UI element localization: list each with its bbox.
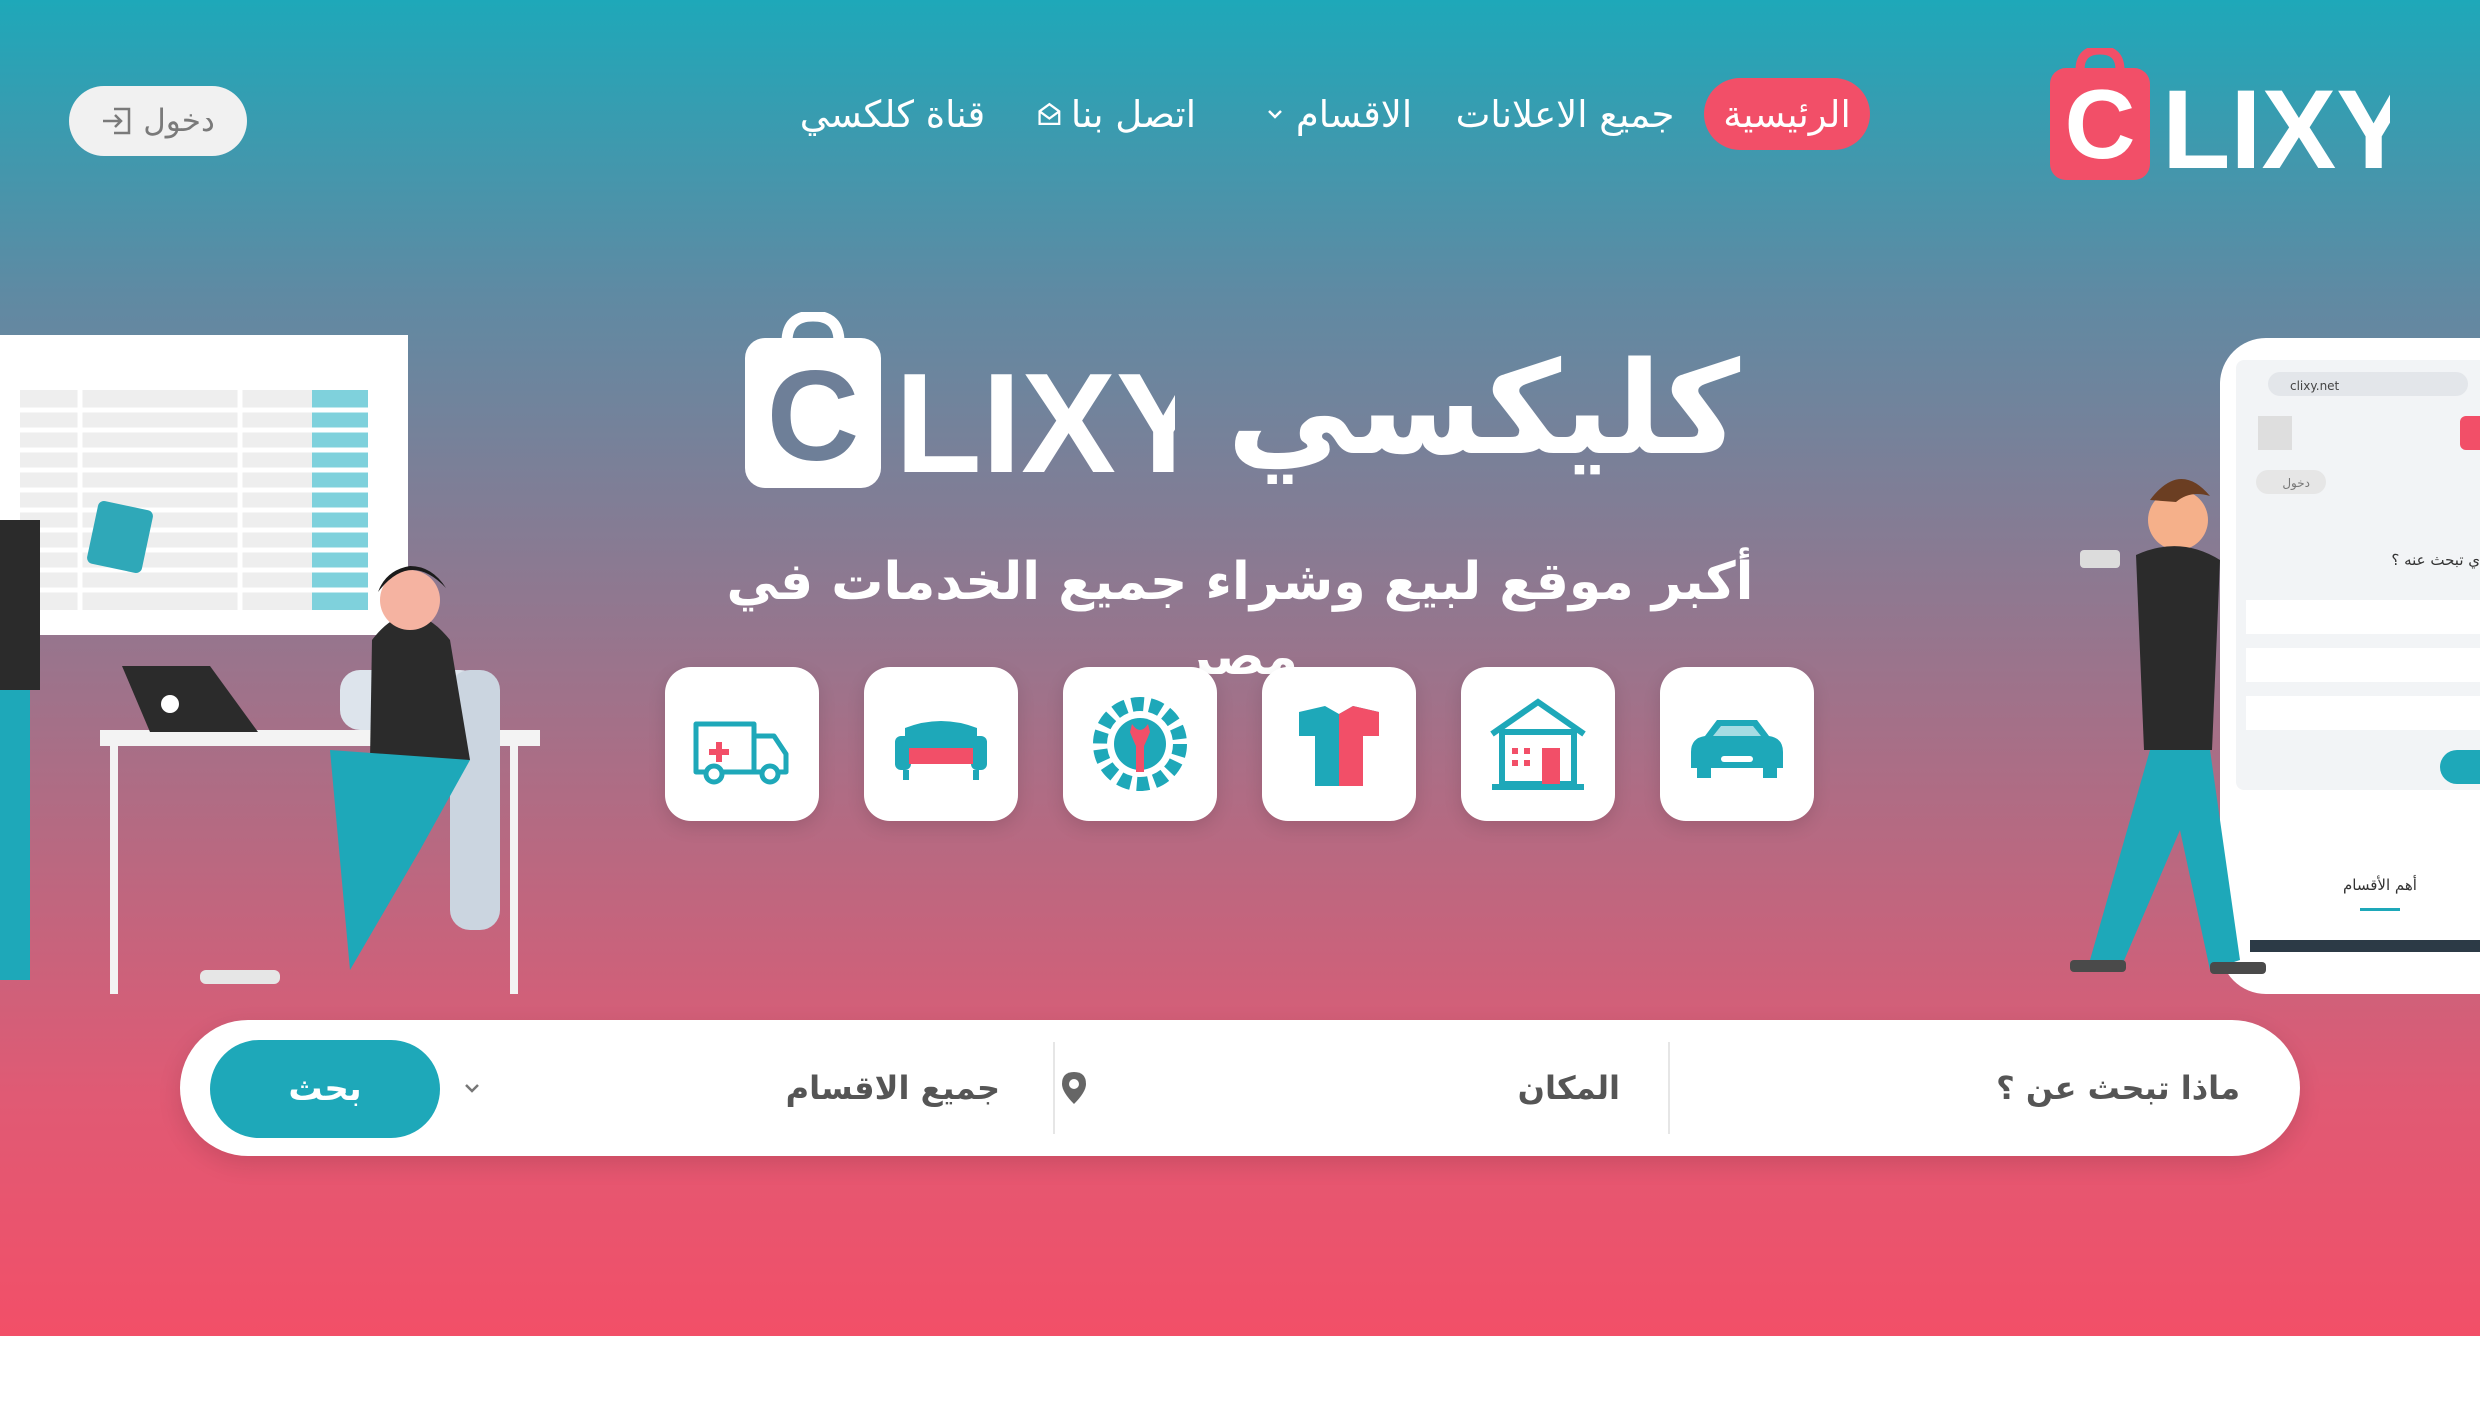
category-ambulance[interactable] <box>665 667 819 821</box>
search-button[interactable]: بحث <box>210 1040 440 1138</box>
category-clothing[interactable] <box>1262 667 1416 821</box>
brand-logo: C LIXY <box>745 312 1175 492</box>
hero-tagline: أكبر موقع لبيع وشراء جميع الخدمات في مصر <box>726 552 1754 687</box>
brand-logo-letter: C <box>767 345 859 488</box>
category-real-estate[interactable] <box>1461 667 1615 821</box>
phone-section-title: أهم الأقسام <box>2343 875 2417 894</box>
envelope-icon <box>1038 102 1061 125</box>
nav-channel[interactable]: قناة كلكسي <box>795 78 990 150</box>
nav-home-label: الرئيسية <box>1723 92 1851 136</box>
car-icon <box>1691 720 1783 778</box>
brand-arabic-name: كليكسي <box>1226 335 1740 484</box>
category-furniture[interactable] <box>864 667 1018 821</box>
repair-icon <box>1093 697 1187 791</box>
chevron-down-icon <box>465 1084 479 1093</box>
search-bar: ماذا تبحث عن ؟ المكان جميع الاقسام بحث <box>180 1020 2300 1156</box>
chevron-down-icon <box>1267 110 1282 119</box>
nav-channel-label: قناة كلكسي <box>799 92 986 136</box>
real-estate-icon <box>1490 698 1586 790</box>
search-what-placeholder: ماذا تبحث عن ؟ <box>1996 1069 2240 1107</box>
nav-categories-label: الاقسام <box>1295 92 1413 136</box>
search-category-select[interactable]: جميع الاقسام <box>460 1020 1000 1156</box>
hero-section: C LIXY الرئيسية جميع الاعلانات الاقسام ا… <box>0 0 2480 1336</box>
nav-categories[interactable]: الاقسام <box>1248 78 1428 150</box>
search-button-label: بحث <box>288 1069 362 1109</box>
nav-contact-label: اتصل بنا <box>1070 92 1196 136</box>
logo-text: LIXY <box>2162 67 2390 183</box>
search-place-input[interactable]: المكان <box>1060 1020 1620 1156</box>
category-cars[interactable] <box>1660 667 1814 821</box>
nav-home[interactable]: الرئيسية <box>1704 78 1870 150</box>
sofa-icon <box>895 721 987 780</box>
category-maintenance[interactable] <box>1063 667 1217 821</box>
phone-url: clixy.net <box>2290 379 2340 393</box>
nav-all-ads[interactable]: جميع الاعلانات <box>1455 78 1675 150</box>
phone-login: دخول <box>2282 476 2310 491</box>
location-pin-icon <box>1062 1072 1086 1104</box>
search-place-placeholder: المكان <box>1517 1069 1620 1107</box>
nav-contact[interactable]: اتصل بنا <box>1036 78 1196 150</box>
login-button[interactable]: دخول <box>69 86 247 156</box>
page-below-hero <box>0 1336 2480 1406</box>
search-divider <box>1053 1042 1055 1134</box>
brand-logo-text: LIXY <box>895 344 1175 492</box>
ambulance-icon <box>693 721 789 785</box>
search-what-input[interactable]: ماذا تبحث عن ؟ <box>1670 1020 2240 1156</box>
clixy-logo[interactable]: C LIXY <box>2050 48 2390 183</box>
office-illustration <box>0 335 540 994</box>
login-label: دخول <box>143 103 215 139</box>
login-icon <box>103 107 131 135</box>
logo-letter: C <box>2065 69 2136 179</box>
search-category-value: جميع الاقسام <box>785 1069 1000 1107</box>
clothing-icon <box>1299 706 1379 786</box>
nav-all-ads-label: جميع الاعلانات <box>1455 92 1675 136</box>
phone-illustration: clixy.net دخول ي تبحث عنه ؟ أهم الأقسام <box>2070 338 2480 994</box>
phone-question: ي تبحث عنه ؟ <box>2391 551 2480 570</box>
search-divider <box>1668 1042 1670 1134</box>
